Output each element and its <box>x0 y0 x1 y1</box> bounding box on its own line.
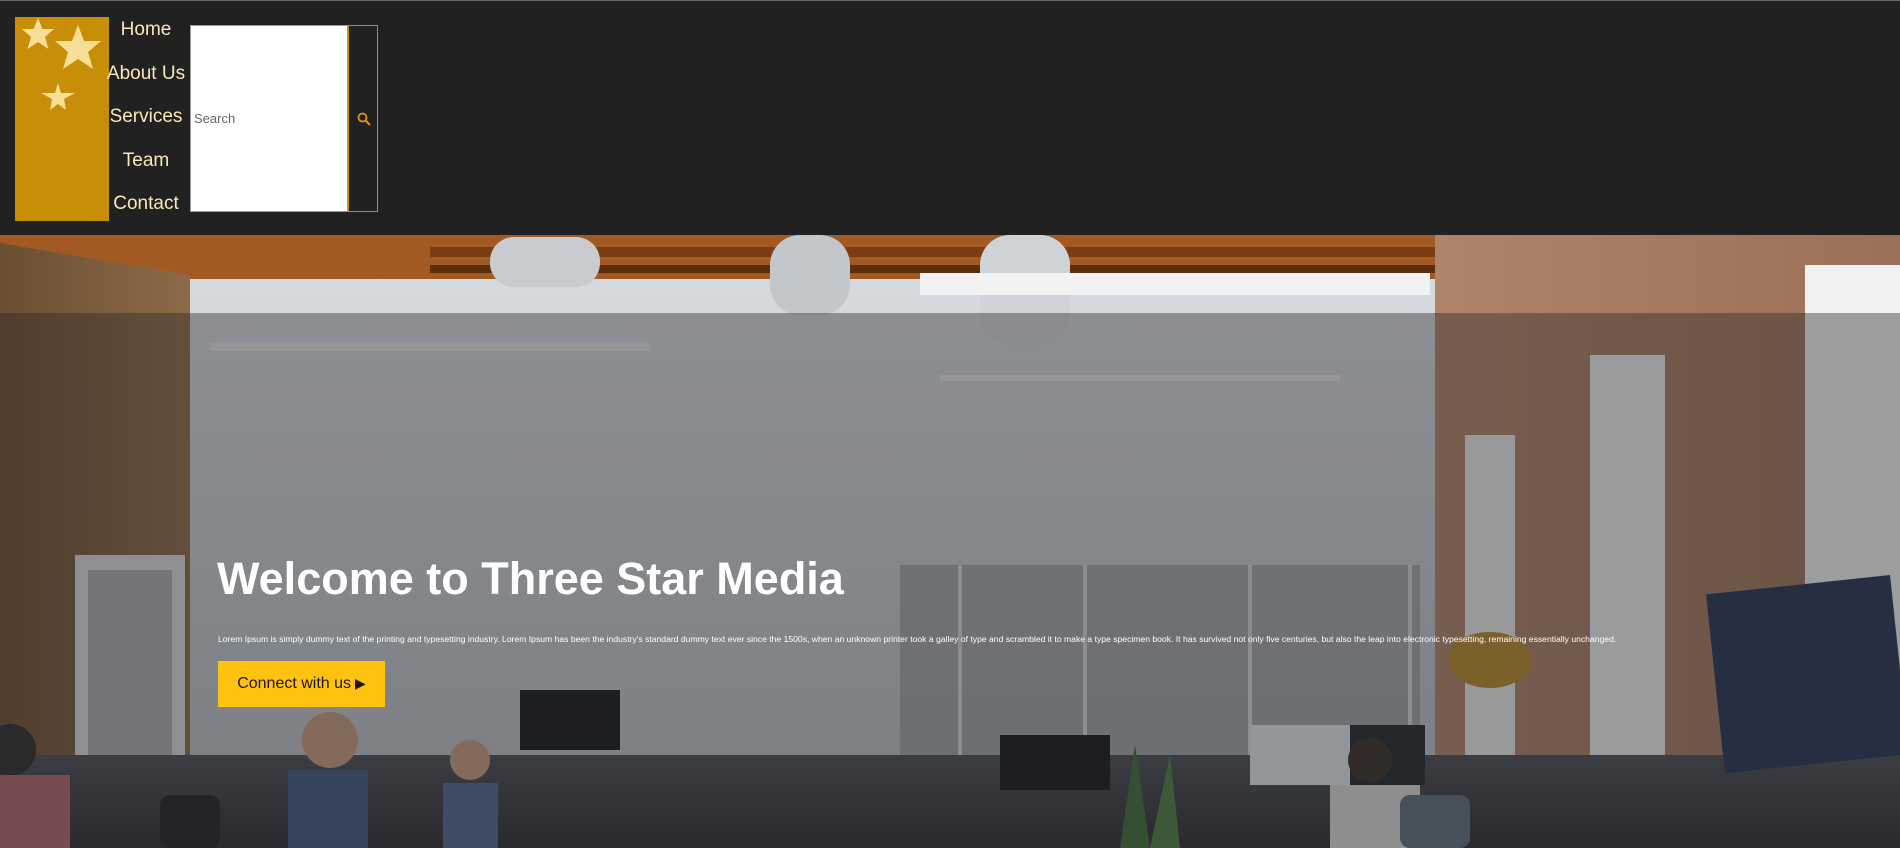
search-button[interactable] <box>348 25 378 212</box>
play-arrow-icon: ▶ <box>355 675 366 692</box>
connect-button-label: Connect with us <box>237 674 352 692</box>
connect-button[interactable]: Connect with us ▶ <box>218 661 385 707</box>
three-stars-icon <box>22 18 101 110</box>
search-input[interactable] <box>191 26 347 211</box>
search-icon <box>357 112 371 126</box>
hero-description: Lorem Ipsum is simply dummy text of the … <box>218 634 1617 644</box>
search-box <box>190 25 348 212</box>
logo[interactable] <box>15 17 109 221</box>
site-header: Home About Us Services Team Contact <box>0 1 1900 235</box>
hero-title: Welcome to Three Star Media <box>217 553 844 604</box>
nav-item-home[interactable]: Home <box>106 15 186 59</box>
nav-item-about-us[interactable]: About Us <box>106 59 186 103</box>
nav-item-contact[interactable]: Contact <box>106 189 186 233</box>
hero-section: Welcome to Three Star Media Lorem Ipsum … <box>0 235 1900 848</box>
nav-item-services[interactable]: Services <box>106 102 186 146</box>
main-nav: Home About Us Services Team Contact <box>106 15 186 233</box>
nav-item-team[interactable]: Team <box>106 146 186 190</box>
